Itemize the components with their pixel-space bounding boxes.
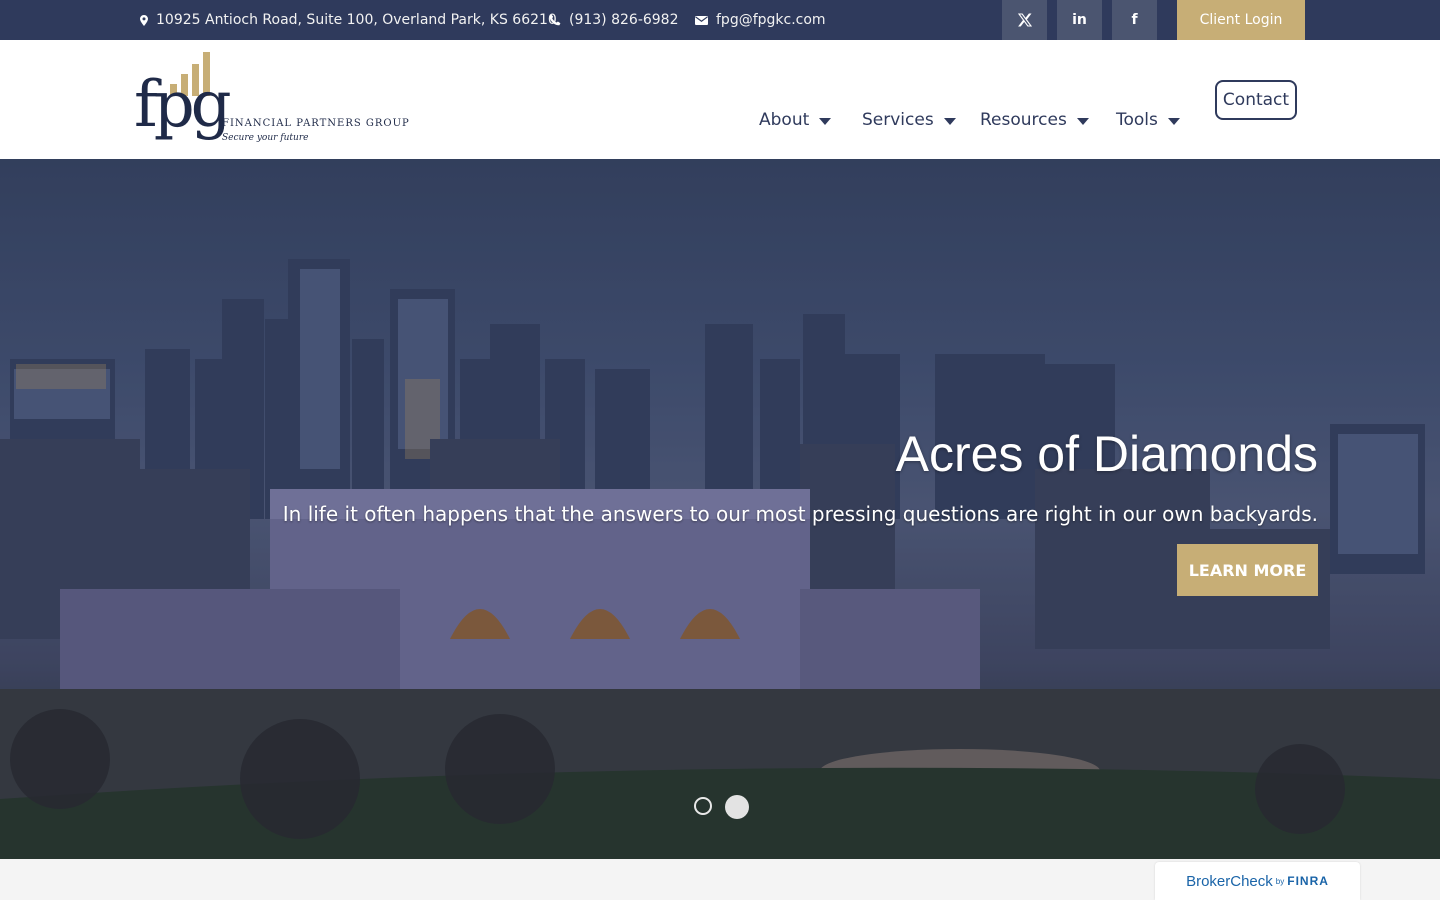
caret-down-icon [1167,117,1180,125]
brokercheck-label: BrokerCheck [1186,872,1273,890]
nav-about-label: About [759,110,810,130]
learn-more-button[interactable]: LEARN MORE [1177,544,1318,596]
email[interactable]: fpg@fpgkc.com [695,0,826,40]
hero-subtitle: In life it often happens that the answer… [282,502,1318,526]
email-text[interactable]: fpg@fpgkc.com [716,12,826,28]
nav-resources[interactable]: Resources [980,100,1089,140]
nav-about[interactable]: About [759,100,832,140]
caret-down-icon [819,117,832,125]
logo-company-name: FINANCIAL PARTNERS GROUP [222,118,410,129]
logo-mark: fpg [134,68,232,142]
map-pin-icon [140,14,148,26]
brokercheck-by: by [1275,876,1285,886]
caret-down-icon [943,117,956,125]
logo-tagline: Secure your future [222,133,309,143]
hero-slider: Acres of Diamonds In life it often happe… [0,159,1440,859]
facebook-button[interactable]: f [1112,0,1157,40]
hero-title: Acres of Diamonds [895,426,1318,482]
top-bar: 10925 Antioch Road, Suite 100, Overland … [0,0,1440,40]
x-twitter-icon [1017,13,1032,27]
brokercheck-badge[interactable]: BrokerCheck by FINRA [1155,862,1360,900]
nav-tools[interactable]: Tools [1116,100,1180,140]
finra-label: FINRA [1287,874,1329,888]
x-twitter-button[interactable] [1002,0,1047,40]
address-text: 10925 Antioch Road, Suite 100, Overland … [156,12,557,28]
linkedin-icon: in [1072,12,1087,28]
address: 10925 Antioch Road, Suite 100, Overland … [140,0,557,40]
envelope-icon [695,15,708,25]
nav-resources-label: Resources [980,110,1067,130]
client-login-button[interactable]: Client Login [1177,0,1305,40]
nav-services[interactable]: Services [862,100,956,140]
nav-services-label: Services [862,110,934,130]
site-header: fpg FINANCIAL PARTNERS GROUP Secure your… [0,40,1440,159]
phone-icon [549,14,561,26]
nav-tools-label: Tools [1116,110,1158,130]
phone[interactable]: (913) 826-6982 [549,0,679,40]
slider-dot-1[interactable] [694,797,712,815]
slider-dot-2-active[interactable] [725,795,749,819]
caret-down-icon [1076,117,1089,125]
facebook-icon: f [1131,12,1138,28]
contact-button[interactable]: Contact [1215,80,1297,120]
logo[interactable]: fpg FINANCIAL PARTNERS GROUP Secure your… [134,52,409,152]
phone-text[interactable]: (913) 826-6982 [569,12,679,28]
linkedin-button[interactable]: in [1057,0,1102,40]
